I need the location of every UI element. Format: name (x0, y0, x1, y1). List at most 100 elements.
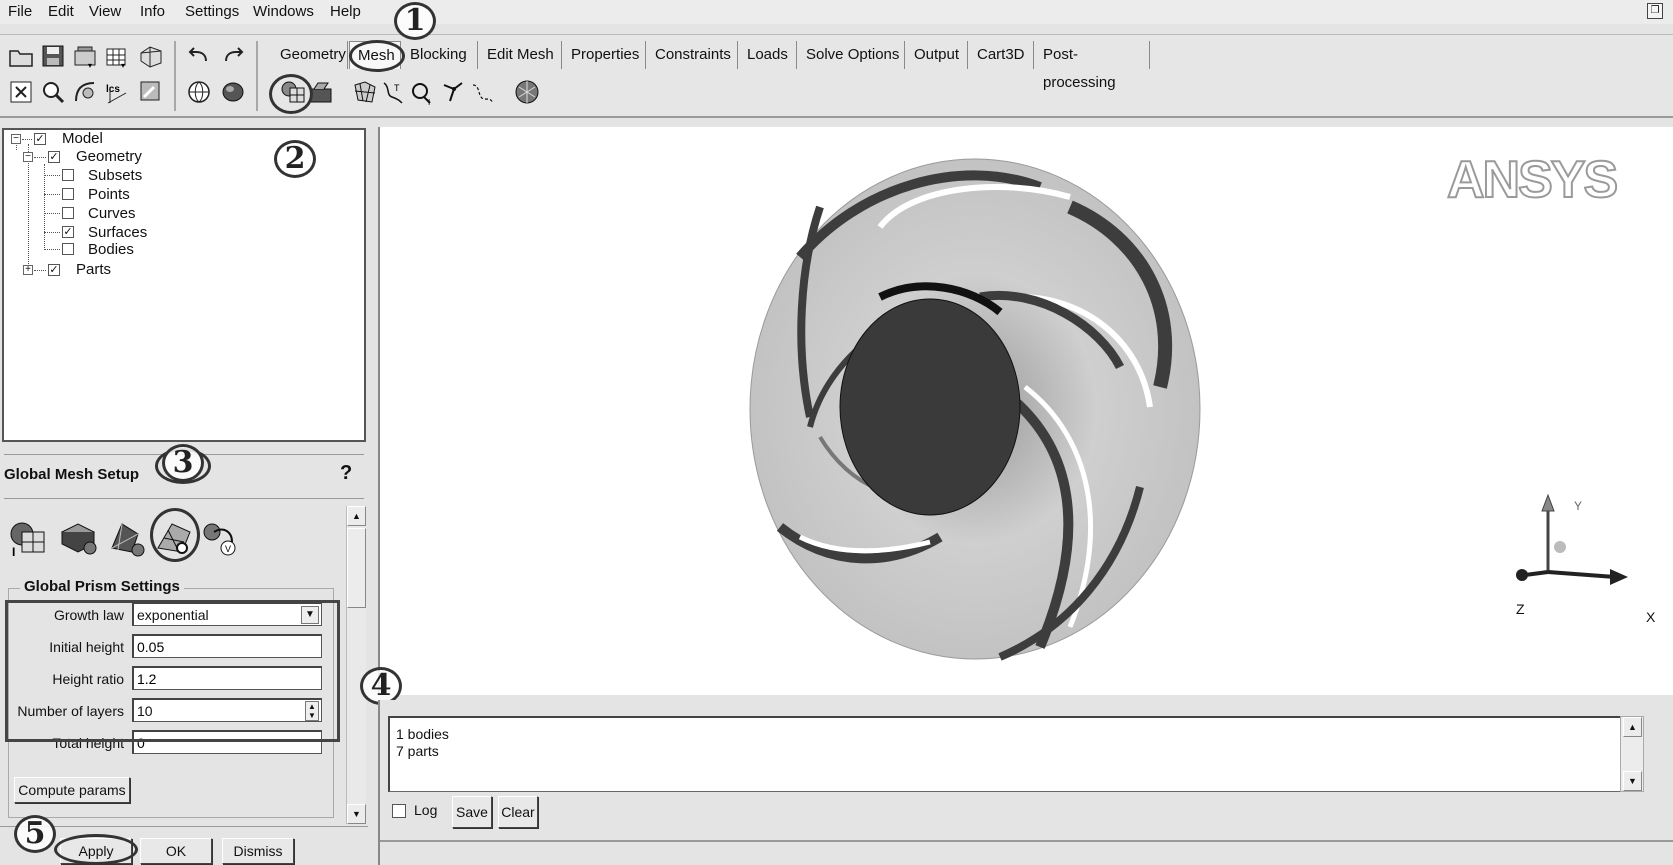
compute-mesh-icon[interactable] (514, 79, 540, 105)
surfaces-checkbox[interactable]: ✓ (62, 226, 74, 238)
open-blocking-icon[interactable]: ▾ (104, 43, 130, 69)
display-options-icon[interactable] (138, 79, 164, 105)
scroll-up-icon[interactable]: ▲ (347, 506, 366, 526)
svg-text:V: V (225, 544, 231, 554)
axis-y-label: Y (1574, 499, 1583, 513)
bodies-checkbox[interactable] (62, 243, 74, 255)
tree-item-surfaces[interactable]: Surfaces (88, 224, 147, 242)
prism-fields-highlight (5, 600, 340, 742)
measure-icon[interactable] (72, 79, 98, 105)
save-log-button[interactable]: Save (452, 796, 492, 828)
apply-highlight (54, 834, 138, 865)
prism-icon-highlight (150, 508, 200, 562)
menu-settings[interactable]: Settings (185, 3, 239, 20)
undo-icon[interactable] (186, 43, 212, 69)
impeller-model (749, 158, 1201, 661)
collapse-geometry-toggle[interactable]: − (23, 152, 33, 162)
tree-item-points[interactable]: Points (88, 186, 130, 204)
volume-meshing-params-icon[interactable] (106, 518, 146, 558)
model-checkbox[interactable]: ✓ (34, 133, 46, 145)
annotation-1: 1 (394, 2, 436, 40)
message-line: 7 parts (396, 743, 439, 759)
message-scroll-up-icon[interactable]: ▲ (1623, 717, 1642, 737)
tab-cart3d[interactable]: Cart3D (969, 41, 1034, 69)
tab-loads[interactable]: Loads (739, 41, 797, 69)
scroll-thumb[interactable] (347, 528, 366, 608)
tree-item-geometry[interactable]: Geometry (76, 148, 142, 166)
message-line: 1 bodies (396, 726, 449, 742)
message-scrollbar[interactable]: ▲ ▼ (1620, 716, 1644, 792)
tab-properties[interactable]: Properties (563, 41, 646, 69)
mesh-curve-icon[interactable] (470, 79, 496, 105)
ansys-logo: ANSYS (1447, 150, 1619, 207)
model-tree: − ✓ Model − ✓ Geometry Subsets Points Cu… (2, 128, 366, 442)
tab-constraints[interactable]: Constraints (647, 41, 738, 69)
message-area: 1 bodies 7 parts ▲ ▼ Log Save Clear (378, 700, 1673, 865)
open-geometry-icon[interactable]: ▾ (72, 43, 98, 69)
status-bar (380, 840, 1673, 842)
axis-z-label: Z (1516, 601, 1525, 617)
points-checkbox[interactable] (62, 188, 74, 200)
zoom-icon[interactable] (40, 79, 66, 105)
annotation-5: 5 (14, 815, 56, 853)
restore-window-icon[interactable]: ❐ (1647, 3, 1663, 19)
menu-view[interactable]: View (89, 3, 121, 20)
mesh-tab-highlight (349, 40, 405, 72)
dismiss-button[interactable]: Dismiss (222, 838, 294, 864)
message-scroll-down-icon[interactable]: ▼ (1623, 771, 1642, 791)
tab-post-processing[interactable]: Post-processing (1035, 41, 1150, 91)
curve-mesh-setup-icon[interactable]: T (380, 79, 406, 105)
tree-item-curves[interactable]: Curves (88, 205, 136, 223)
menu-edit[interactable]: Edit (48, 3, 74, 20)
tree-item-model[interactable]: Model (62, 130, 103, 148)
svg-text:▾: ▾ (121, 61, 125, 69)
log-checkbox[interactable] (392, 804, 406, 818)
prism-settings-heading: Global Prism Settings (20, 578, 184, 595)
curves-checkbox[interactable] (62, 207, 74, 219)
create-mesh-density-icon[interactable]: I (410, 79, 436, 105)
tree-item-parts[interactable]: Parts (76, 261, 111, 279)
tab-output[interactable]: Output (906, 41, 968, 69)
parts-checkbox[interactable]: ✓ (48, 264, 60, 276)
tab-blocking[interactable]: Blocking (402, 41, 478, 69)
view-cube-icon[interactable] (186, 79, 212, 105)
svg-text:▾: ▾ (88, 61, 92, 69)
message-log[interactable]: 1 bodies 7 parts (388, 716, 1626, 792)
shell-meshing-params-icon[interactable] (58, 518, 98, 558)
menu-help[interactable]: Help (330, 3, 361, 20)
tab-edit-mesh[interactable]: Edit Mesh (479, 41, 562, 69)
tree-item-bodies[interactable]: Bodies (88, 241, 134, 259)
open-icon[interactable] (8, 43, 34, 69)
global-mesh-size-icon[interactable]: I (8, 518, 48, 558)
svg-text:I: I (12, 545, 15, 558)
tab-geometry[interactable]: Geometry (272, 41, 348, 69)
ok-button[interactable]: OK (140, 838, 212, 864)
connectors-icon[interactable] (440, 79, 466, 105)
help-icon[interactable]: ? (340, 462, 352, 485)
tree-item-subsets[interactable]: Subsets (88, 167, 142, 185)
graphics-viewport[interactable]: ANSYS Y X Z 4 (360, 127, 1673, 705)
fit-window-icon[interactable] (8, 79, 34, 105)
compute-params-button[interactable]: Compute params (14, 777, 130, 803)
menu-windows[interactable]: Windows (253, 3, 314, 20)
collapse-model-toggle[interactable]: − (11, 134, 21, 144)
menu-file[interactable]: File (8, 3, 32, 20)
redo-icon[interactable] (220, 43, 246, 69)
surface-mesh-setup-icon[interactable] (352, 79, 378, 105)
tab-solve-options[interactable]: Solve Options (798, 41, 905, 69)
annotation-3: 3 (162, 444, 204, 482)
panel-title: Global Mesh Setup (4, 466, 140, 483)
periodicity-icon[interactable]: V (200, 518, 240, 558)
open-mesh-icon[interactable] (138, 43, 164, 69)
clear-log-button[interactable]: Clear (498, 796, 538, 828)
local-coord-icon[interactable]: lcs (104, 79, 130, 105)
svg-text:lcs: lcs (106, 84, 120, 95)
subsets-checkbox[interactable] (62, 169, 74, 181)
scroll-down-icon[interactable]: ▼ (347, 804, 366, 824)
setup-panel-scrollbar[interactable]: ▲ ▼ (346, 506, 366, 824)
solid-view-icon[interactable] (220, 79, 246, 105)
save-icon[interactable] (40, 43, 66, 69)
menu-info[interactable]: Info (140, 3, 165, 20)
expand-parts-toggle[interactable]: + (23, 265, 33, 275)
geometry-checkbox[interactable]: ✓ (48, 151, 60, 163)
